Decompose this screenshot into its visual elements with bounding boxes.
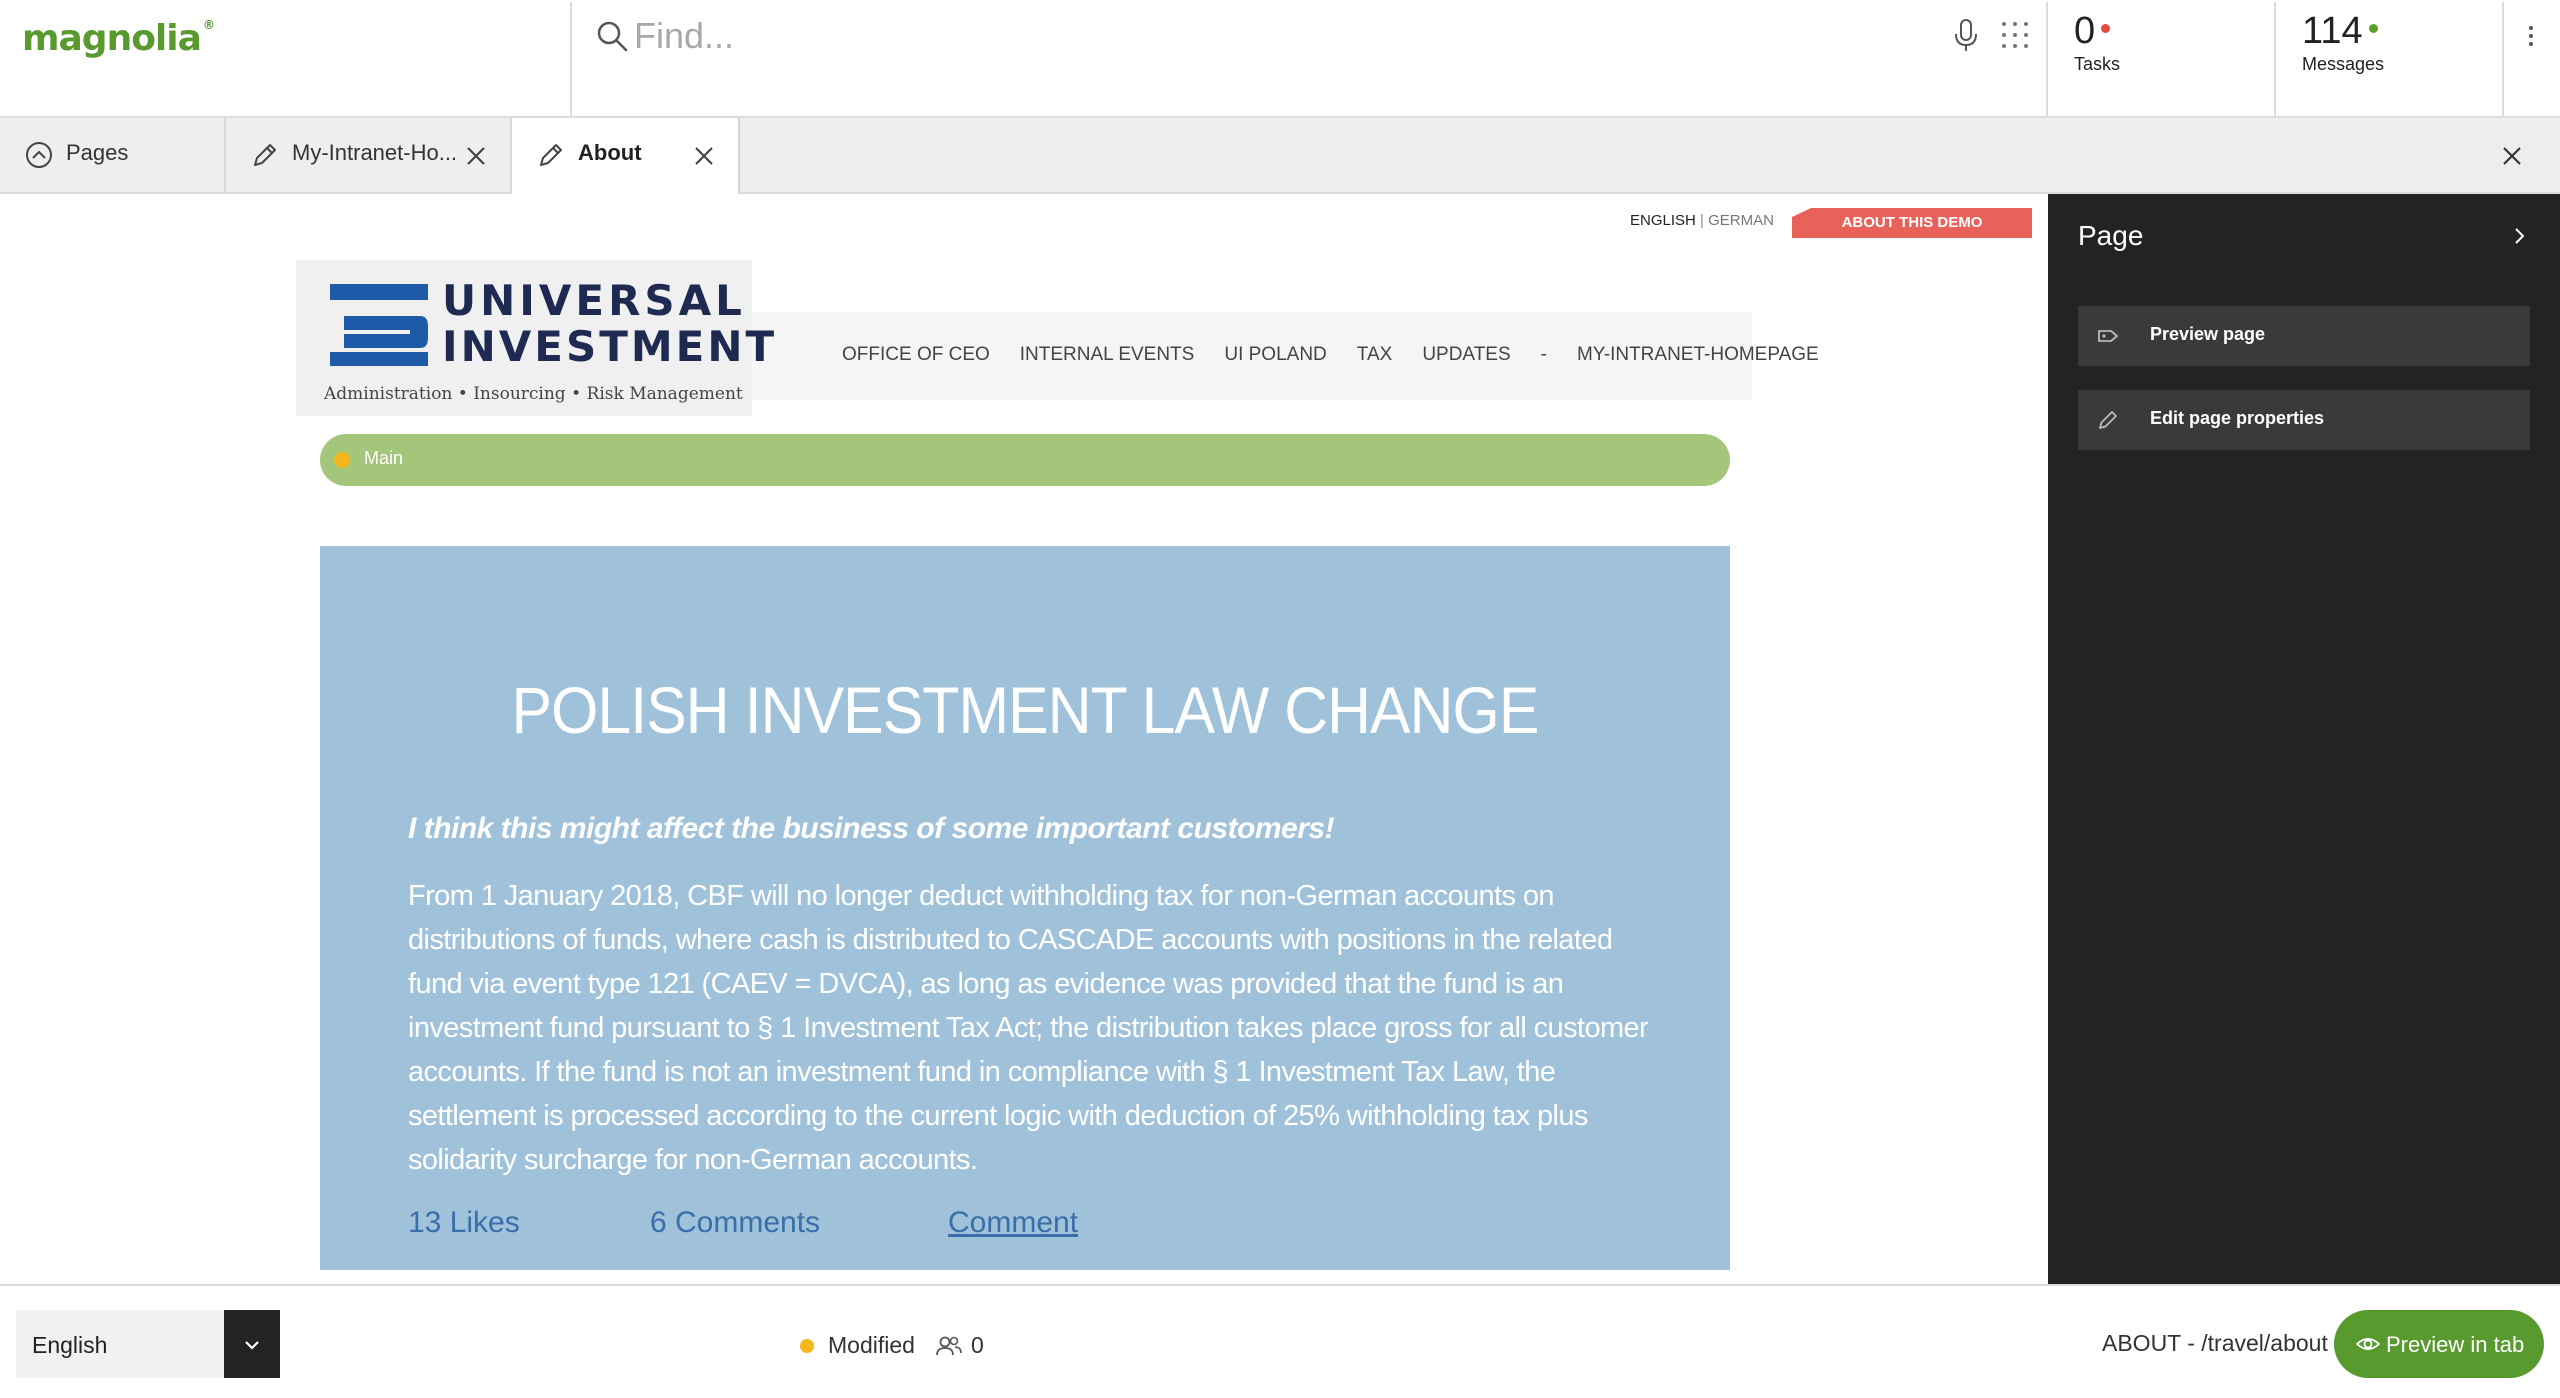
site-navigation: OFFICE OF CEO INTERNAL EVENTS UI POLAND … (842, 344, 1849, 366)
language-select-value: English (32, 1332, 108, 1358)
tab-my-intranet-homepage[interactable]: My-Intranet-Ho... (226, 118, 512, 194)
language-dropdown-button[interactable] (224, 1310, 280, 1378)
site-language-switch: ENGLISH | GERMAN (1630, 212, 1774, 229)
collaborators-count: 0 (970, 1332, 984, 1358)
page-status: Modified 0 (800, 1332, 984, 1359)
preview-page-label: Preview page (2150, 324, 2266, 344)
preview-in-tab-label: Preview in tab (2386, 1332, 2525, 1357)
nav-item-office-of-ceo[interactable]: OFFICE OF CEO (842, 344, 990, 366)
close-tab-icon[interactable] (690, 142, 718, 170)
preview-page-button[interactable]: Preview page (2078, 306, 2530, 366)
tab-label: Pages (66, 140, 129, 165)
lang-separator: | (1700, 212, 1704, 229)
status-footer: English Modified 0 ABOUT - /travel/about… (0, 1284, 2560, 1398)
chevron-up-circle-icon (26, 142, 52, 168)
messages-status-dot (2368, 24, 2378, 33)
nav-item-my-intranet-homepage[interactable]: MY-INTRANET-HOMEPAGE (1577, 344, 1819, 366)
pencil-icon (254, 144, 276, 166)
close-app-icon[interactable] (2496, 140, 2528, 172)
chevron-down-icon (245, 1341, 259, 1350)
messages-count: 114 (2302, 10, 2363, 52)
comments-link[interactable]: 6 Comments (650, 1206, 820, 1240)
about-demo-ribbon[interactable]: ABOUT THIS DEMO (1792, 208, 2032, 238)
tab-bar: Pages My-Intranet-Ho... About (0, 118, 2560, 196)
tasks-status-dot (2101, 24, 2111, 33)
nav-separator: - (1540, 344, 1547, 365)
add-comment-link[interactable]: Comment (948, 1206, 1078, 1240)
preview-in-tab-button[interactable]: Preview in tab (2334, 1310, 2544, 1378)
page-path: ABOUT - /travel/about (2102, 1330, 2328, 1356)
close-tab-icon[interactable] (462, 142, 490, 170)
logo-title-line-1: UNIVERSAL (442, 276, 746, 325)
magnolia-logo[interactable]: magnolia ® (22, 18, 215, 59)
nav-item-updates[interactable]: UPDATES (1422, 344, 1510, 366)
messages-label: Messages (2302, 54, 2385, 74)
main-area-bar[interactable]: Main (320, 434, 1730, 486)
eye-icon (2356, 1338, 2380, 1350)
edit-page-properties-label: Edit page properties (2150, 408, 2325, 428)
pencil-icon (2099, 411, 2117, 429)
nav-item-internal-events[interactable]: INTERNAL EVENTS (1020, 344, 1195, 366)
search-input[interactable] (634, 10, 1834, 62)
lang-german-link[interactable]: GERMAN (1708, 212, 1774, 229)
modified-status-dot (800, 1338, 814, 1353)
collapse-panel-chevron-icon[interactable] (2508, 224, 2532, 248)
likes-link[interactable]: 13 Likes (408, 1206, 520, 1240)
app-launcher-grid-icon[interactable] (2000, 20, 2030, 50)
tasks-counter[interactable]: 0 Tasks (2048, 2, 2276, 116)
logo-title-line-2: INVESTMENT (442, 322, 778, 371)
microphone-icon[interactable] (1952, 18, 1980, 54)
logo-tagline: Administration • Insourcing • Risk Manag… (324, 384, 743, 404)
edit-page-properties-button[interactable]: Edit page properties (2078, 390, 2530, 450)
pencil-icon (540, 144, 562, 166)
more-options-icon[interactable] (2504, 2, 2560, 116)
universal-investment-logo[interactable]: UNIVERSAL INVESTMENT Administration • In… (296, 260, 774, 416)
tasks-label: Tasks (2074, 54, 2121, 74)
top-bar: magnolia® 0 Tasks 114 Messages (0, 0, 2560, 118)
tab-label: My-Intranet-Ho... (292, 140, 458, 165)
page-editor-canvas: ENGLISH | GERMAN ABOUT THIS DEMO UNIVERS… (0, 194, 2048, 1284)
tab-pages[interactable]: Pages (0, 118, 226, 194)
nav-item-ui-poland[interactable]: UI POLAND (1224, 344, 1326, 366)
article-body: From 1 January 2018, CBF will no longer … (408, 880, 1649, 1176)
area-status-dot (334, 452, 350, 468)
nav-item-tax[interactable]: TAX (1357, 344, 1393, 366)
search-bar (570, 2, 2048, 116)
tasks-count: 0 (2074, 10, 2096, 52)
search-icon (597, 21, 628, 52)
status-text: Modified (828, 1332, 915, 1358)
panel-title: Page (2078, 220, 2144, 251)
tab-label: About (578, 140, 642, 165)
actions-panel: Page Preview page Edit page properties (2048, 194, 2560, 1284)
article-lead: I think this might affect the business o… (408, 812, 1335, 845)
users-icon (936, 1336, 962, 1355)
tag-icon (2098, 330, 2118, 342)
article-title: POLISH INVESTMENT LAW CHANGE (511, 673, 1540, 747)
universal-investment-logo-mark-icon (330, 284, 428, 366)
messages-counter[interactable]: 114 Messages (2276, 2, 2504, 116)
article-component[interactable]: POLISH INVESTMENT LAW CHANGE I think thi… (320, 546, 1730, 1270)
tab-about[interactable]: About (512, 118, 740, 196)
lang-english-link[interactable]: ENGLISH (1630, 212, 1696, 229)
language-select[interactable]: English (16, 1310, 280, 1378)
area-label: Main (364, 448, 404, 468)
